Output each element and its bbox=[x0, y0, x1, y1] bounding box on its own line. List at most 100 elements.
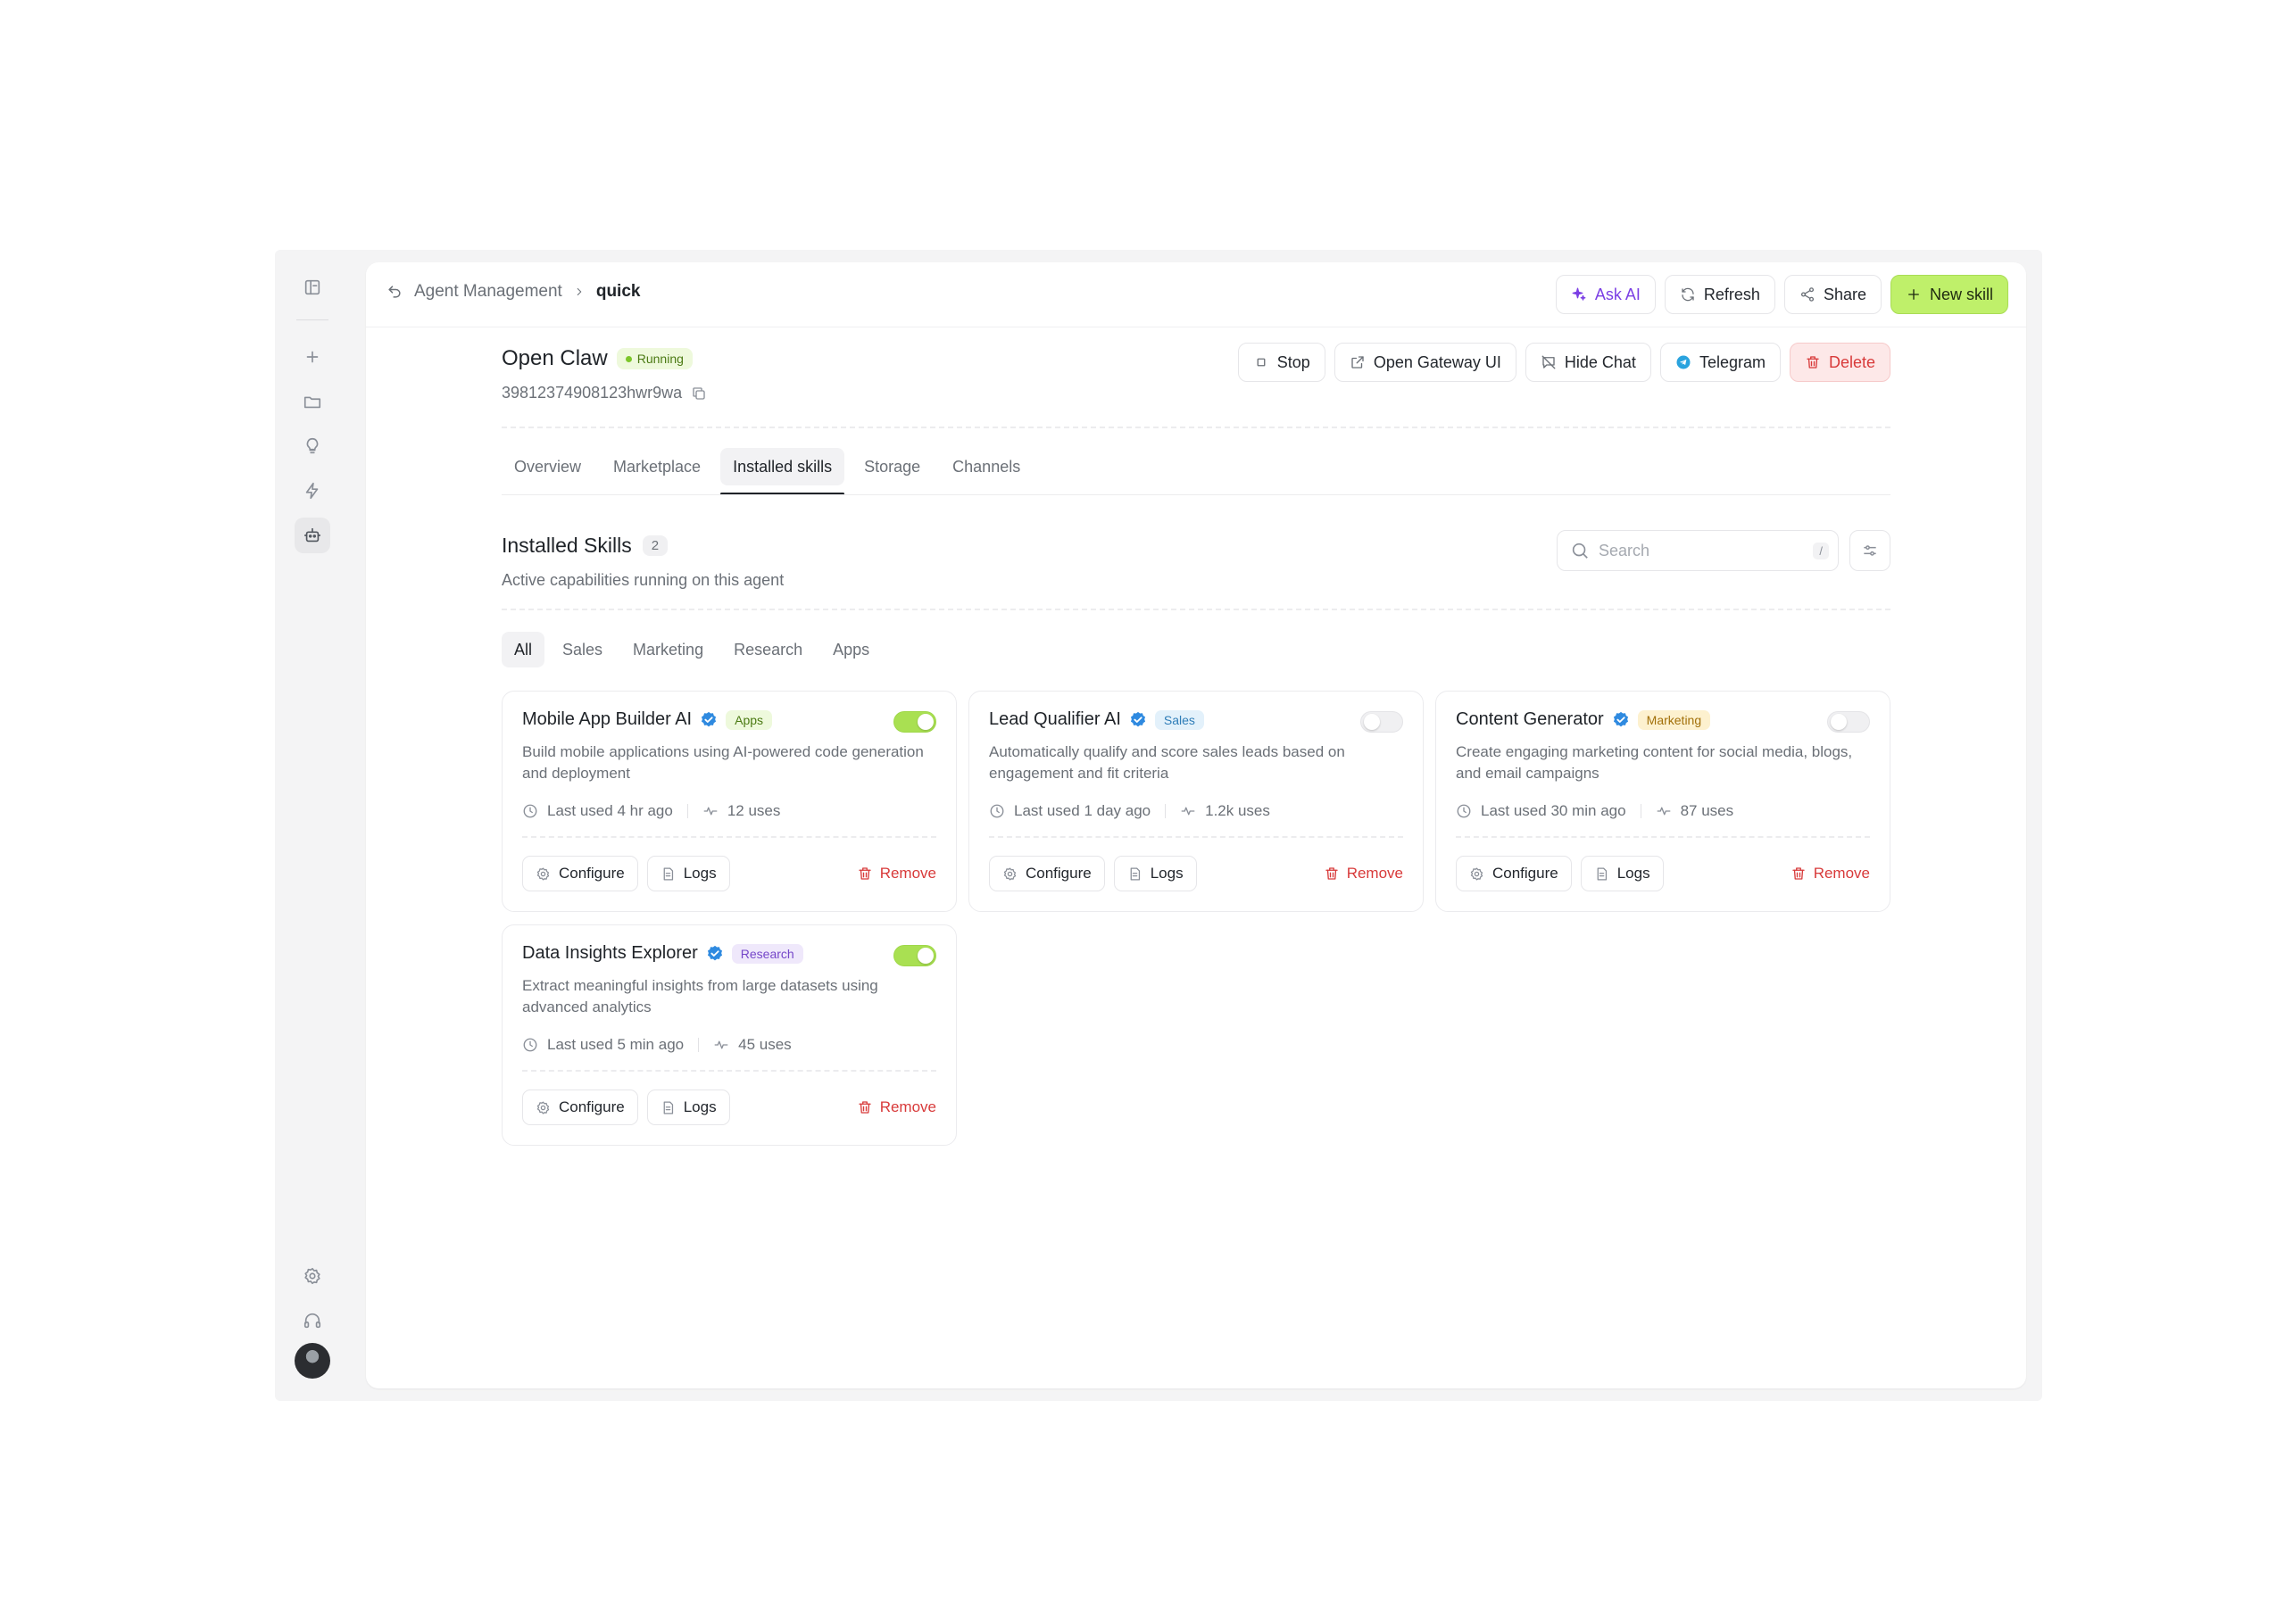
filter-sales[interactable]: Sales bbox=[550, 632, 615, 667]
section-title: Installed Skills 2 bbox=[502, 534, 669, 558]
activity-icon bbox=[714, 1040, 728, 1049]
trash-icon bbox=[859, 1101, 871, 1114]
usage-count: 1.2k uses bbox=[1205, 802, 1270, 819]
remove-label: Remove bbox=[1346, 865, 1403, 882]
logs-button[interactable]: Logs bbox=[646, 1090, 730, 1125]
category-tag: Research bbox=[731, 943, 803, 964]
logs-button[interactable]: Logs bbox=[646, 856, 730, 891]
search-icon bbox=[1572, 543, 1588, 559]
lightbulb-icon[interactable] bbox=[295, 428, 330, 464]
skill-card: Mobile App Builder AI Apps Build mobile … bbox=[502, 691, 957, 912]
skill-card: Data Insights Explorer Research Extract … bbox=[502, 924, 957, 1146]
refresh-button[interactable]: Refresh bbox=[1664, 275, 1775, 314]
skill-enabled-toggle[interactable] bbox=[893, 711, 936, 733]
telegram-icon bbox=[1676, 355, 1691, 369]
external-link-icon bbox=[1351, 356, 1364, 369]
configure-button[interactable]: Configure bbox=[1456, 856, 1572, 891]
tab-marketplace[interactable]: Marketplace bbox=[601, 448, 713, 485]
remove-label: Remove bbox=[1813, 865, 1870, 882]
robot-icon[interactable] bbox=[295, 518, 330, 553]
main-panel: Agent Management quick Ask AI Refresh Sh… bbox=[366, 262, 2026, 1388]
breadcrumb-current: quick bbox=[595, 282, 641, 301]
sidebar-toggle-icon[interactable] bbox=[295, 269, 330, 305]
new-skill-button[interactable]: New skill bbox=[1890, 275, 2008, 314]
headset-icon[interactable] bbox=[295, 1303, 330, 1338]
verified-badge-icon bbox=[702, 711, 717, 726]
filter-research[interactable]: Research bbox=[721, 632, 815, 667]
tab-overview[interactable]: Overview bbox=[502, 448, 594, 485]
plus-icon[interactable] bbox=[295, 339, 330, 375]
activity-icon bbox=[703, 807, 718, 816]
copy-icon[interactable] bbox=[691, 385, 707, 402]
open-gateway-button[interactable]: Open Gateway UI bbox=[1334, 343, 1516, 382]
skill-description: Extract meaningful insights from large d… bbox=[522, 977, 878, 1015]
telegram-label: Telegram bbox=[1699, 352, 1766, 371]
last-used: Last used 30 min ago bbox=[1481, 802, 1626, 819]
remove-label: Remove bbox=[879, 865, 936, 882]
folder-icon[interactable] bbox=[295, 384, 330, 419]
document-icon bbox=[663, 866, 673, 881]
sparkle-icon bbox=[1572, 287, 1586, 301]
remove-button[interactable]: Remove bbox=[1324, 865, 1403, 882]
back-icon[interactable] bbox=[386, 283, 403, 301]
skill-enabled-toggle[interactable] bbox=[893, 945, 936, 966]
share-button[interactable]: Share bbox=[1783, 275, 1882, 314]
stop-button[interactable]: Stop bbox=[1237, 343, 1325, 382]
chat-off-icon bbox=[1541, 355, 1556, 369]
logs-button[interactable]: Logs bbox=[1580, 856, 1664, 891]
open-gateway-label: Open Gateway UI bbox=[1373, 352, 1501, 371]
search-input[interactable]: Search / bbox=[1557, 530, 1839, 571]
configure-button[interactable]: Configure bbox=[522, 856, 638, 891]
skill-count-badge: 2 bbox=[642, 535, 669, 556]
skill-meta: Last used 4 hr ago 12 uses bbox=[522, 802, 780, 820]
skill-actions: Configure Logs Remove bbox=[522, 856, 936, 891]
category-filters: All Sales Marketing Research Apps bbox=[502, 632, 882, 667]
settings-icon[interactable] bbox=[295, 1258, 330, 1294]
lightning-icon[interactable] bbox=[295, 473, 330, 509]
sliders-icon bbox=[1864, 545, 1876, 556]
filter-apps[interactable]: Apps bbox=[820, 632, 882, 667]
logs-label: Logs bbox=[683, 1098, 717, 1115]
breadcrumb-parent[interactable]: Agent Management bbox=[414, 282, 562, 302]
skill-enabled-toggle[interactable] bbox=[1360, 711, 1403, 733]
telegram-button[interactable]: Telegram bbox=[1659, 343, 1781, 382]
category-tag: Apps bbox=[726, 709, 773, 730]
skill-card-header: Data Insights Explorer Research bbox=[522, 943, 803, 964]
section-subtitle: Active capabilities running on this agen… bbox=[502, 571, 785, 589]
breadcrumb: Agent Management quick bbox=[386, 282, 640, 302]
ask-ai-button[interactable]: Ask AI bbox=[1555, 275, 1656, 314]
delete-button[interactable]: Delete bbox=[1789, 343, 1890, 382]
configure-button[interactable]: Configure bbox=[522, 1090, 638, 1125]
gear-icon bbox=[1003, 866, 1017, 881]
delete-label: Delete bbox=[1828, 352, 1875, 371]
remove-label: Remove bbox=[879, 1098, 936, 1115]
clock-icon bbox=[523, 804, 537, 818]
skill-enabled-toggle[interactable] bbox=[1827, 711, 1870, 733]
skill-card-header: Lead Qualifier AI Sales bbox=[989, 709, 1204, 730]
last-used: Last used 1 day ago bbox=[1014, 802, 1151, 819]
search-placeholder: Search bbox=[1599, 541, 1650, 559]
skill-name: Mobile App Builder AI bbox=[522, 709, 693, 729]
filter-button[interactable] bbox=[1849, 530, 1890, 571]
filter-marketing[interactable]: Marketing bbox=[620, 632, 716, 667]
remove-button[interactable]: Remove bbox=[857, 1098, 936, 1116]
remove-button[interactable]: Remove bbox=[1791, 865, 1870, 882]
remove-button[interactable]: Remove bbox=[857, 865, 936, 882]
hide-chat-button[interactable]: Hide Chat bbox=[1525, 343, 1651, 382]
logs-button[interactable]: Logs bbox=[1113, 856, 1197, 891]
configure-button[interactable]: Configure bbox=[989, 856, 1105, 891]
agent-id: 39812374908123hwr9wa bbox=[502, 384, 707, 402]
verified-badge-icon bbox=[707, 945, 722, 960]
filter-all[interactable]: All bbox=[502, 632, 545, 667]
last-used: Last used 5 min ago bbox=[547, 1036, 685, 1053]
tab-installed-skills[interactable]: Installed skills bbox=[720, 448, 845, 495]
chevron-right-icon bbox=[577, 287, 582, 296]
skill-name: Content Generator bbox=[1456, 709, 1604, 729]
refresh-label: Refresh bbox=[1703, 285, 1760, 303]
tab-storage[interactable]: Storage bbox=[852, 448, 933, 485]
activity-icon bbox=[1657, 807, 1670, 816]
skill-card: Lead Qualifier AI Sales Automatically qu… bbox=[968, 691, 1424, 912]
tab-channels[interactable]: Channels bbox=[940, 448, 1033, 485]
skill-actions: Configure Logs Remove bbox=[522, 1090, 936, 1125]
avatar[interactable] bbox=[295, 1343, 330, 1379]
